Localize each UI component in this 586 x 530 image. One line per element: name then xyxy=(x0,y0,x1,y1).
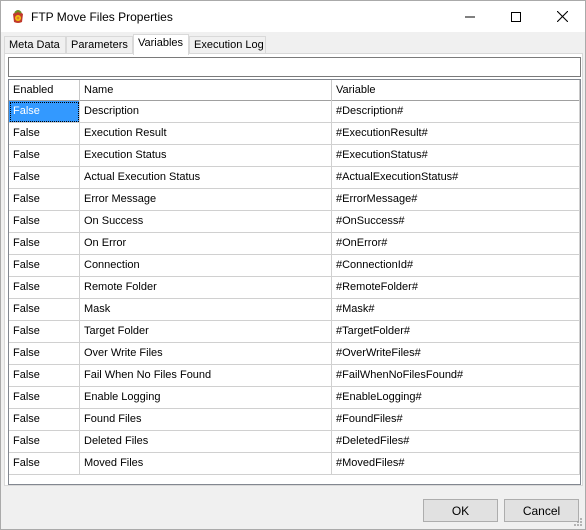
close-icon xyxy=(556,11,568,22)
cell-name[interactable]: Found Files xyxy=(80,409,332,431)
cell-name[interactable]: Deleted Files xyxy=(80,431,332,453)
cell-name[interactable]: Connection xyxy=(80,255,332,277)
tab-strip: Meta Data Parameters Variables Execution… xyxy=(4,34,584,55)
table-row[interactable]: False On Error #OnError# xyxy=(9,233,580,255)
tab-parameters[interactable]: Parameters xyxy=(66,36,133,54)
table-row[interactable]: False Fail When No Files Found #FailWhenNo… xyxy=(9,365,580,387)
cell-name[interactable]: Remote Folder xyxy=(80,277,332,299)
cell-variable[interactable]: #MovedFiles# xyxy=(332,453,580,475)
cell-enabled[interactable]: False xyxy=(9,255,80,277)
cell-enabled[interactable]: False xyxy=(9,365,80,387)
resize-grip-icon[interactable] xyxy=(573,517,583,527)
cell-name[interactable]: On Error xyxy=(80,233,332,255)
variables-grid[interactable]: Enabled Name Variable False Description #D… xyxy=(8,79,581,485)
table-row[interactable]: False Deleted Files #DeletedFiles# xyxy=(9,431,580,453)
cell-variable[interactable]: #DeletedFiles# xyxy=(332,431,580,453)
column-header-enabled[interactable]: Enabled xyxy=(9,80,80,101)
cell-name[interactable]: Mask xyxy=(80,299,332,321)
cell-name[interactable]: Over Write Files xyxy=(80,343,332,365)
cell-enabled[interactable]: False xyxy=(9,123,80,145)
table-row[interactable]: False Description #Description# xyxy=(9,101,580,123)
tab-execution-log[interactable]: Execution Log xyxy=(189,36,266,54)
cell-variable[interactable]: #OverWriteFiles# xyxy=(332,343,580,365)
cell-name[interactable]: Error Message xyxy=(80,189,332,211)
cell-variable[interactable]: #ErrorMessage# xyxy=(332,189,580,211)
column-header-variable[interactable]: Variable xyxy=(332,80,580,101)
ok-button[interactable]: OK xyxy=(423,499,498,522)
tab-meta-data[interactable]: Meta Data xyxy=(4,36,66,54)
cell-enabled[interactable]: False xyxy=(9,211,80,233)
grid-header: Enabled Name Variable xyxy=(9,80,580,101)
table-row[interactable]: False Target Folder #TargetFolder# xyxy=(9,321,580,343)
tab-variables[interactable]: Variables xyxy=(133,34,189,55)
cell-variable[interactable]: #ActualExecutionStatus# xyxy=(332,167,580,189)
table-row[interactable]: False Moved Files #MovedFiles# xyxy=(9,453,580,475)
cell-enabled[interactable]: False xyxy=(9,145,80,167)
minimize-icon xyxy=(465,16,475,17)
maximize-icon xyxy=(511,11,521,22)
cell-name[interactable]: Actual Execution Status xyxy=(80,167,332,189)
maximize-button[interactable] xyxy=(493,1,539,32)
cell-name[interactable]: On Success xyxy=(80,211,332,233)
cell-name[interactable]: Fail When No Files Found xyxy=(80,365,332,387)
cell-enabled[interactable]: False xyxy=(9,233,80,255)
cell-name[interactable]: Moved Files xyxy=(80,453,332,475)
cell-name[interactable]: Description xyxy=(80,101,332,123)
table-row[interactable]: False Enable Logging #EnableLogging# xyxy=(9,387,580,409)
title-bar[interactable]: FTP Move Files Properties xyxy=(1,1,585,32)
table-row[interactable]: False Actual Execution Status #ActualExecu… xyxy=(9,167,580,189)
cell-name[interactable]: Target Folder xyxy=(80,321,332,343)
cell-name[interactable]: Enable Logging xyxy=(80,387,332,409)
cell-enabled[interactable]: False xyxy=(9,387,80,409)
grid-body: False Description #Description# False Execut… xyxy=(9,101,580,475)
cell-enabled[interactable]: False xyxy=(9,277,80,299)
cell-enabled[interactable]: False xyxy=(9,321,80,343)
table-row[interactable]: False Execution Result #ExecutionResult# xyxy=(9,123,580,145)
cell-enabled[interactable]: False xyxy=(9,101,80,123)
table-row[interactable]: False Execution Status #ExecutionStatus# xyxy=(9,145,580,167)
table-row[interactable]: False Over Write Files #OverWriteFiles# xyxy=(9,343,580,365)
column-header-name[interactable]: Name xyxy=(80,80,332,101)
cell-variable[interactable]: #ExecutionResult# xyxy=(332,123,580,145)
minimize-button[interactable] xyxy=(447,1,493,32)
cell-variable[interactable]: #Description# xyxy=(332,101,580,123)
cell-variable[interactable]: #EnableLogging# xyxy=(332,387,580,409)
cell-enabled[interactable]: False xyxy=(9,409,80,431)
cell-variable[interactable]: #OnSuccess# xyxy=(332,211,580,233)
table-row[interactable]: False On Success #OnSuccess# xyxy=(9,211,580,233)
table-row[interactable]: False Found Files #FoundFiles# xyxy=(9,409,580,431)
window-title: FTP Move Files Properties xyxy=(31,10,173,24)
cell-variable[interactable]: #OnError# xyxy=(332,233,580,255)
cell-variable[interactable]: #FoundFiles# xyxy=(332,409,580,431)
cell-enabled[interactable]: False xyxy=(9,343,80,365)
filter-input[interactable] xyxy=(8,57,581,77)
close-button[interactable] xyxy=(539,1,585,32)
ftp-app-icon xyxy=(13,10,23,23)
table-row[interactable]: False Connection #ConnectionId# xyxy=(9,255,580,277)
table-row[interactable]: False Error Message #ErrorMessage# xyxy=(9,189,580,211)
cell-name[interactable]: Execution Status xyxy=(80,145,332,167)
cell-variable[interactable]: #TargetFolder# xyxy=(332,321,580,343)
cell-enabled[interactable]: False xyxy=(9,167,80,189)
table-row[interactable]: False Remote Folder #RemoteFolder# xyxy=(9,277,580,299)
table-row[interactable]: False Mask #Mask# xyxy=(9,299,580,321)
cell-variable[interactable]: #ExecutionStatus# xyxy=(332,145,580,167)
cell-variable[interactable]: #Mask# xyxy=(332,299,580,321)
cell-variable[interactable]: #ConnectionId# xyxy=(332,255,580,277)
cell-variable[interactable]: #FailWhenNoFilesFound# xyxy=(332,365,580,387)
variables-panel: Enabled Name Variable False Description #D… xyxy=(4,53,583,486)
cell-variable[interactable]: #RemoteFolder# xyxy=(332,277,580,299)
cell-enabled[interactable]: False xyxy=(9,453,80,475)
cell-enabled[interactable]: False xyxy=(9,431,80,453)
cell-enabled[interactable]: False xyxy=(9,299,80,321)
cancel-button[interactable]: Cancel xyxy=(504,499,579,522)
cell-name[interactable]: Execution Result xyxy=(80,123,332,145)
properties-dialog: FTP Move Files Properties Meta Data Para… xyxy=(0,0,586,530)
cell-enabled[interactable]: False xyxy=(9,189,80,211)
